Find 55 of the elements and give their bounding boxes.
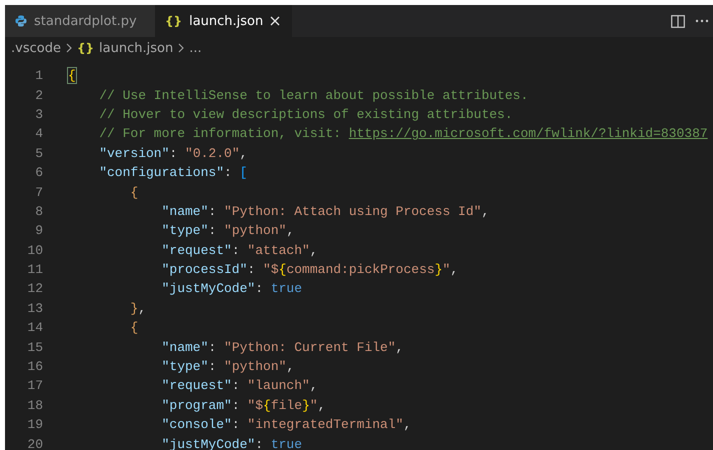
code-line: { xyxy=(130,320,138,336)
line-number: 13 xyxy=(26,300,43,316)
breadcrumb-item[interactable]: ... xyxy=(189,40,202,56)
line-number: 2 xyxy=(34,88,43,103)
line-number: 8 xyxy=(34,204,43,219)
editor-tab[interactable]: {} launch.json xyxy=(155,5,292,37)
line-number: 14 xyxy=(26,320,43,336)
code-line: { xyxy=(68,68,76,84)
chevron-icon xyxy=(66,43,72,53)
code-line: }, xyxy=(130,300,146,316)
line-number: 4 xyxy=(34,126,43,142)
code-line: "request": "launch", xyxy=(162,378,318,394)
code-line: { xyxy=(130,184,138,200)
line-number: 11 xyxy=(26,262,43,278)
line-number: 9 xyxy=(34,223,43,238)
close-icon[interactable] xyxy=(270,16,280,26)
breadcrumb-item[interactable]: .vscode xyxy=(11,40,61,56)
json-icon: {} xyxy=(76,41,94,55)
code-line: "configurations": [ xyxy=(99,165,248,180)
line-number: 10 xyxy=(26,242,43,258)
code-line: "justMyCode": true xyxy=(162,281,302,296)
line-number: 7 xyxy=(34,184,43,200)
line-number: 19 xyxy=(26,417,43,432)
code-line: "version": "0.2.0", xyxy=(99,146,248,161)
line-number: 12 xyxy=(26,281,43,296)
chevron-icon xyxy=(178,43,184,53)
code-line: "type": "python", xyxy=(162,223,294,238)
line-number: 5 xyxy=(34,146,43,161)
line-number: 18 xyxy=(26,398,43,413)
code-line: "name": "Python: Attach using Process Id", xyxy=(162,204,490,219)
line-number: 15 xyxy=(26,340,43,355)
more-icon[interactable] xyxy=(695,19,709,23)
tab-label: standardplot.py xyxy=(34,14,137,28)
code-line: "justMyCode": true xyxy=(162,436,302,450)
line-number: 17 xyxy=(26,378,43,394)
json-icon: {} xyxy=(165,14,182,28)
code-line: "type": "python", xyxy=(162,359,294,374)
line-number: 3 xyxy=(34,106,43,122)
split-editor-icon[interactable] xyxy=(671,14,685,28)
code-line: "request": "attach", xyxy=(162,242,318,258)
line-number: 20 xyxy=(26,436,43,450)
code-line: "program": "${file}", xyxy=(162,398,326,413)
editor-tab[interactable]: standardplot.py xyxy=(5,5,155,37)
code-line: // Hover to view descriptions of existing attributes. xyxy=(99,106,513,122)
code-line: "name": "Python: Current File", xyxy=(162,340,404,355)
tab-label: launch.json xyxy=(189,14,264,28)
code-line: "console": "integratedTerminal", xyxy=(162,417,412,432)
breadcrumb-item[interactable]: launch.json xyxy=(99,40,174,56)
line-number: 1 xyxy=(34,68,43,84)
line-number: 6 xyxy=(34,165,43,180)
code-line: // For more information, visit: https://go.microsoft.com/fwlink/?linkid=830387 xyxy=(99,126,708,142)
python-icon xyxy=(15,15,27,27)
code-line: "processId": "${command:pickProcess}", xyxy=(162,262,458,278)
code-line: // Use IntelliSense to learn about possible attributes. xyxy=(99,88,528,103)
line-number: 16 xyxy=(26,359,43,374)
